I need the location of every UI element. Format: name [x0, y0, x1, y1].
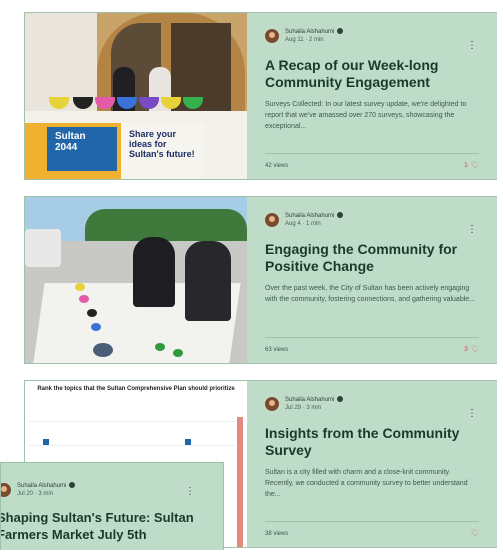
- image-brand-text: Sultan 2044: [55, 131, 86, 153]
- post-title[interactable]: Engaging the Community for Positive Chan…: [265, 241, 479, 275]
- meta-text: Suhaila Alshahumi Aug 4 · 1 min: [285, 212, 344, 228]
- meta-text: Suhaila Alshahumi Aug 11 · 2 min: [285, 28, 344, 44]
- post-body: Suhaila Alshahumi Jul 29 · 3 min ⋮ Insig…: [247, 381, 497, 547]
- image-bowl: [87, 309, 97, 317]
- post-card-recap[interactable]: Sultan 2044 Share your ideas for Sultan's…: [24, 12, 497, 180]
- like-button[interactable]: ♡: [468, 529, 479, 538]
- more-options-icon[interactable]: ⋮: [467, 41, 477, 51]
- meta-text: Suhaila Alshahumi Jul 20 · 3 min: [17, 482, 76, 498]
- heart-icon: ♡: [470, 528, 479, 538]
- post-excerpt: Sultan is a city filled with charm and a…: [265, 469, 468, 498]
- view-count: 42 views: [265, 163, 289, 169]
- more-options-icon[interactable]: ⋮: [467, 225, 477, 235]
- divider: [265, 521, 479, 522]
- post-card-engaging[interactable]: Suhaila Alshahumi Aug 4 · 1 min ⋮ Engagi…: [24, 196, 497, 364]
- avatar[interactable]: [1, 483, 11, 497]
- image-person: [133, 237, 175, 307]
- post-date: Jul 20 · 3 min: [17, 491, 54, 497]
- post-meta: Suhaila Alshahumi Jul 20 · 3 min: [1, 479, 213, 501]
- meta-text: Suhaila Alshahumi Jul 29 · 3 min: [285, 396, 344, 412]
- view-count: 63 views: [265, 347, 289, 353]
- image-chart-title: Rank the topics that the Sultan Comprehe…: [37, 386, 235, 392]
- image-glass: [171, 23, 231, 123]
- image-sign-text: Share your ideas for Sultan's future!: [129, 129, 195, 159]
- view-count: 38 views: [265, 531, 289, 537]
- post-image-recap[interactable]: Sultan 2044 Share your ideas for Sultan's…: [25, 13, 247, 179]
- like-count: 3: [464, 346, 468, 353]
- image-person: [185, 241, 231, 321]
- post-title[interactable]: Insights from the Community Survey: [265, 425, 479, 459]
- post-body: Suhaila Alshahumi Aug 4 · 1 min ⋮ Engagi…: [247, 197, 497, 363]
- verified-badge-icon: [337, 28, 344, 34]
- image-bowl: [75, 283, 85, 291]
- post-meta: Suhaila Alshahumi Jul 29 · 3 min: [265, 393, 479, 415]
- post-card-farmers-market[interactable]: Suhaila Alshahumi Jul 20 · 3 min ⋮ Shapi…: [0, 462, 224, 550]
- image-chart-bar: [185, 439, 191, 445]
- avatar[interactable]: [265, 213, 279, 227]
- post-excerpt: Surveys Collected: In our latest survey …: [265, 101, 467, 130]
- image-gridline: [29, 421, 235, 422]
- author-name[interactable]: Suhaila Alshahumi: [285, 396, 344, 404]
- divider: [265, 153, 479, 154]
- post-body: Suhaila Alshahumi Aug 11 · 2 min ⋮ A Rec…: [247, 13, 497, 179]
- author-name[interactable]: Suhaila Alshahumi: [17, 482, 76, 490]
- heart-icon: ♡: [470, 344, 479, 354]
- post-image-engaging[interactable]: [25, 197, 247, 363]
- author-name[interactable]: Suhaila Alshahumi: [285, 28, 344, 36]
- heart-icon: ♡: [470, 160, 479, 170]
- image-chart-bar: [237, 417, 243, 547]
- image-bowl: [91, 323, 101, 331]
- post-date: Aug 11 · 2 min: [285, 37, 324, 43]
- more-options-icon[interactable]: ⋮: [467, 409, 477, 419]
- verified-badge-icon: [337, 396, 344, 402]
- post-title[interactable]: Shaping Sultan's Future: Sultan Farmers …: [1, 509, 213, 543]
- post-excerpt: Over the past week, the City of Sultan h…: [265, 285, 475, 303]
- image-gridline: [29, 445, 235, 446]
- verified-badge-icon: [337, 212, 344, 218]
- image-car: [25, 229, 61, 267]
- author-name[interactable]: Suhaila Alshahumi: [285, 212, 344, 220]
- post-meta: Suhaila Alshahumi Aug 4 · 1 min: [265, 209, 479, 231]
- avatar[interactable]: [265, 397, 279, 411]
- image-sticker: [173, 349, 183, 357]
- verified-badge-icon: [69, 482, 76, 488]
- image-bowl: [79, 295, 89, 303]
- like-button[interactable]: 3 ♡: [464, 345, 479, 354]
- post-date: Jul 29 · 3 min: [285, 405, 322, 411]
- post-meta: Suhaila Alshahumi Aug 11 · 2 min: [265, 25, 479, 47]
- avatar[interactable]: [265, 29, 279, 43]
- image-sticker: [155, 343, 165, 351]
- divider: [265, 337, 479, 338]
- more-options-icon[interactable]: ⋮: [185, 487, 195, 497]
- like-button[interactable]: 1 ♡: [464, 161, 479, 170]
- image-chart-bar: [43, 439, 49, 445]
- like-count: 1: [464, 162, 468, 169]
- post-date: Aug 4 · 1 min: [285, 221, 321, 227]
- image-bowl: [93, 343, 113, 357]
- post-title[interactable]: A Recap of our Week-long Community Engag…: [265, 57, 479, 91]
